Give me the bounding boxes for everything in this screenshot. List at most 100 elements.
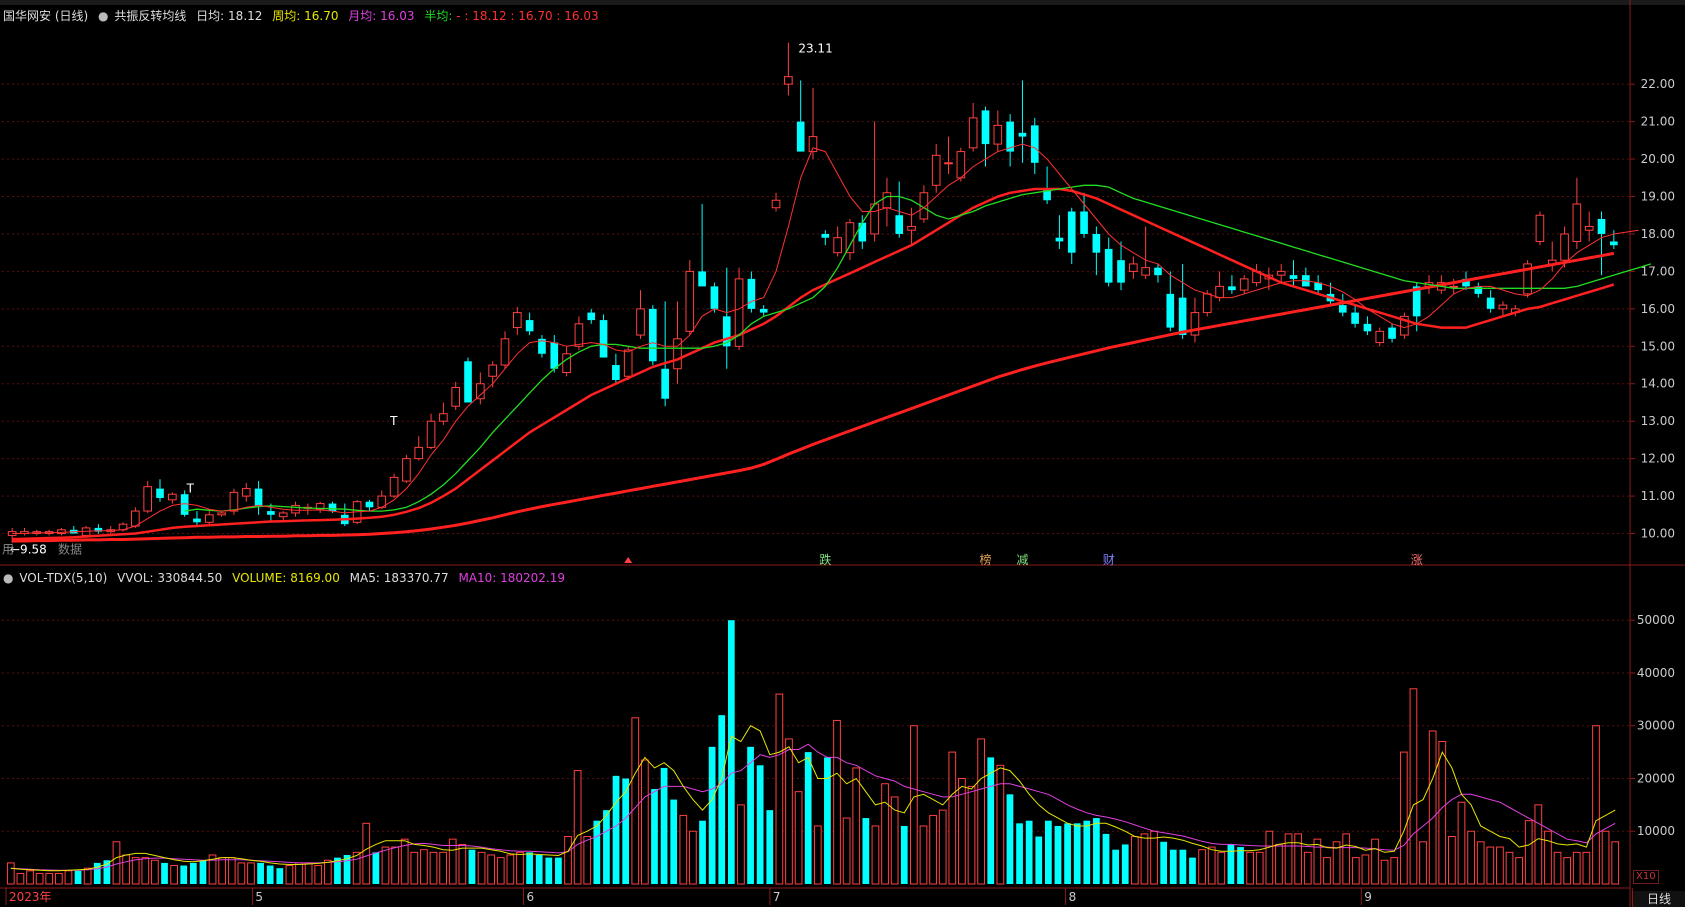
month-label: 7 <box>773 890 781 904</box>
volume-bar-up <box>1409 688 1418 885</box>
volume-bar-up <box>852 767 861 885</box>
volume-bar-down <box>718 715 726 884</box>
volume-bar-up <box>1323 857 1331 885</box>
volume-bar-up <box>631 717 640 885</box>
volume-bar-up <box>1438 741 1447 885</box>
candle-up <box>168 493 177 501</box>
half-values: - : 18.12 : 16.70 : 16.03 <box>456 9 599 23</box>
candle-up <box>451 386 461 407</box>
volume-bar-down <box>593 820 601 884</box>
volume-bar-up <box>1217 851 1226 885</box>
candle-up <box>931 154 941 186</box>
volume-bar-up <box>131 857 140 885</box>
candle-up <box>389 476 399 497</box>
volume-bar-up <box>352 851 361 885</box>
volume-bar-down <box>824 757 831 884</box>
volume-bar-up <box>1275 843 1283 885</box>
candle-up <box>1560 233 1569 261</box>
volume-bar-down <box>1045 820 1052 884</box>
candle-down <box>525 320 534 332</box>
vol-indicator-name[interactable]: VOL-TDX(5,10) <box>19 571 107 585</box>
candle-down <box>1363 323 1372 332</box>
volume-bar-down <box>199 860 207 884</box>
monthly-value: 16.03 <box>380 9 415 23</box>
volume-bar-down <box>987 757 995 884</box>
monthly-label: 月均: <box>348 9 377 23</box>
volume-bar-up <box>1563 857 1572 885</box>
volume-bar-up <box>1572 851 1581 885</box>
candle-up <box>944 162 953 165</box>
candle-down <box>193 518 201 523</box>
volume-bar-up <box>54 872 63 885</box>
candle-up <box>143 486 153 512</box>
volume-bar-up <box>564 836 572 885</box>
volume-bar-up <box>247 862 255 885</box>
candle-down <box>1351 312 1359 324</box>
volume-bar-up <box>1467 830 1475 885</box>
volume-bar-up <box>1150 830 1158 885</box>
candle-up <box>1202 293 1212 314</box>
ma-mid-line <box>12 187 1615 541</box>
candle-up <box>1215 285 1224 299</box>
ma-long-line <box>12 251 1615 543</box>
t-marker: T <box>389 414 398 428</box>
candle-down <box>328 503 337 512</box>
volume-bar-up <box>1140 833 1149 885</box>
stock-name[interactable]: 国华网安 (日线) <box>3 9 88 23</box>
vol-ma10-value: MA10: 180202.19 <box>458 571 566 585</box>
volume-bar-down <box>1064 823 1071 884</box>
volume-bar-up <box>237 862 246 885</box>
volume-tick-label: 20000 <box>1637 771 1675 785</box>
volume-bar-up <box>910 725 918 885</box>
candle-down <box>599 320 608 358</box>
vol-dot-icon[interactable]: ● <box>3 571 13 585</box>
volume-bar-up <box>506 854 515 885</box>
candle-down <box>1154 267 1162 276</box>
price-tick-label: 13.00 <box>1641 414 1675 428</box>
volume-bar-down <box>1179 849 1187 884</box>
timeframe-tab[interactable]: 日线 <box>1632 891 1685 907</box>
volume-bar-up <box>641 759 649 885</box>
volume-bar-up <box>391 846 399 885</box>
candle-down <box>464 361 472 403</box>
candle-down <box>759 308 768 313</box>
price-tick-label: 17.00 <box>1641 264 1675 278</box>
candle-down <box>1228 286 1236 291</box>
volume-bar-up <box>45 872 54 885</box>
t-marker: T <box>186 481 195 495</box>
candle-down <box>1289 275 1298 279</box>
volume-bar-down <box>1035 836 1043 884</box>
candle-up <box>808 136 818 153</box>
volume-bar-up <box>151 859 159 885</box>
volume-bar-down <box>756 765 764 884</box>
volume-bar-up <box>1448 836 1456 885</box>
candle-down <box>1597 218 1606 234</box>
event-marker: 减 <box>1016 553 1028 567</box>
volume-tick-label: 10000 <box>1637 824 1675 838</box>
candle-down <box>821 233 830 238</box>
volume-bar-up <box>1419 841 1427 885</box>
volume-bar-down <box>900 825 908 884</box>
indicator-name[interactable]: 共振反转均线 <box>114 9 186 23</box>
price-tick-label: 21.00 <box>1641 115 1675 129</box>
candle-down <box>587 312 596 321</box>
volume-bar-up <box>881 783 889 885</box>
volume-bar-down <box>535 854 543 884</box>
volume-bar-up <box>977 738 985 885</box>
volume-bar-up <box>64 870 73 885</box>
volume-bar-up <box>1582 851 1591 885</box>
volume-bar-up <box>1496 846 1504 885</box>
candle-up <box>512 312 522 329</box>
indicator-dot-icon[interactable]: ● <box>98 9 108 23</box>
low-note: 用 <box>2 542 14 556</box>
volume-bar-down <box>1227 844 1235 884</box>
candle-up <box>562 353 571 374</box>
candle-up <box>241 488 251 497</box>
candle-up <box>414 446 424 460</box>
volume-bar-up <box>477 851 486 885</box>
candle-up <box>1375 330 1385 344</box>
candle-up <box>204 514 214 523</box>
stock-chart[interactable]: 10.00 11.00 12.00 13.00 14.00 15.00 16.00 17.00… <box>0 0 1685 907</box>
vvol-value: VVOL: 330844.50 <box>117 571 223 585</box>
candle-up <box>500 338 510 366</box>
